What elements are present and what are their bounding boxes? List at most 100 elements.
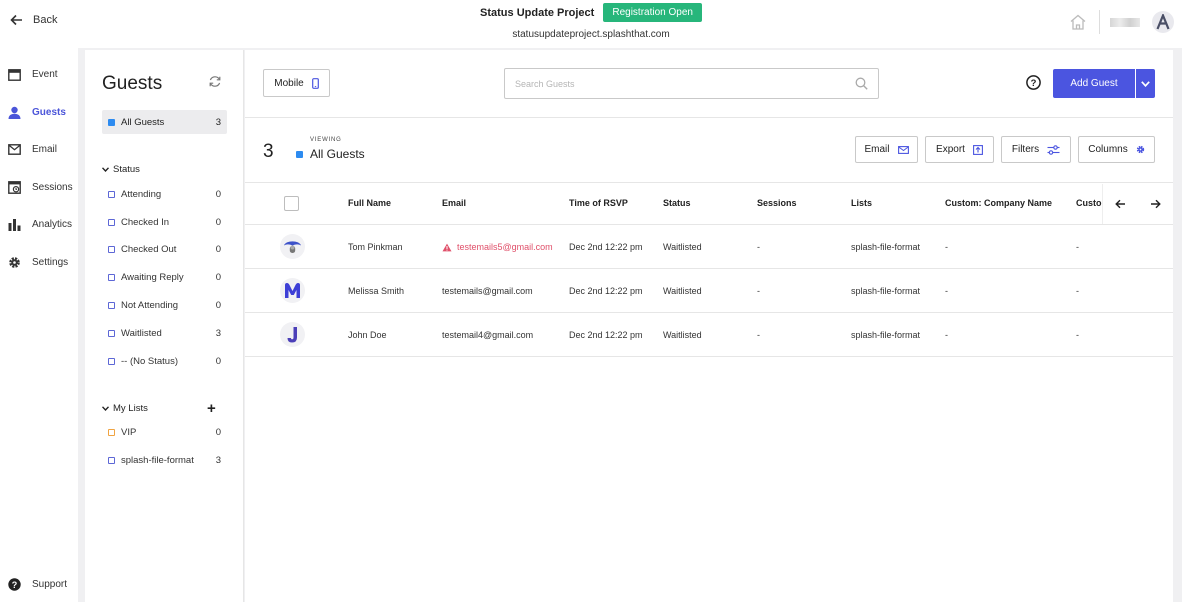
column-header-company-name[interactable]: Custom: Company Name [945,198,1052,208]
filter-label: Attending [121,189,162,200]
status-marker [108,219,115,226]
nav-label: Settings [32,256,69,268]
add-guest-button[interactable]: Add Guest [1053,69,1155,98]
guest-status[interactable]: Waitlisted [663,242,702,252]
guest-avatar[interactable] [280,234,305,259]
nav-label: Sessions [32,181,73,193]
filter-label: VIP [121,427,137,438]
nav-item-analytics[interactable]: Analytics [0,206,80,244]
nav-item-sessions[interactable]: Sessions [0,169,80,207]
guest-name[interactable]: Tom Pinkman [348,242,403,252]
event-name: Status Update Project [480,6,595,19]
guest-custom-field: - [1076,286,1079,296]
filter-count: 0 [215,300,221,311]
filter-label: Checked In [121,217,170,228]
mail-icon [8,144,21,156]
help-circle-icon: ? [1026,75,1041,90]
guest-status[interactable]: Waitlisted [663,330,702,340]
nav-item-email[interactable]: Email [0,131,80,169]
filter-status-waitlisted[interactable]: Waitlisted 3 [108,328,221,339]
avatar-logo-icon [1156,14,1170,30]
sliders-icon [1047,144,1060,155]
guest-email[interactable]: testemails@gmail.com [442,286,533,296]
button-label: Columns [1088,144,1128,155]
viewing-list-name: All Guests [296,147,365,161]
guest-avatar[interactable] [280,278,305,303]
email-guests-button[interactable]: Email [855,136,918,163]
filter-status-no-status[interactable]: -- (No Status) 0 [108,356,221,367]
search-icon[interactable] [855,77,868,90]
arrow-right-icon[interactable] [1150,199,1161,209]
support-label: Support [32,579,68,590]
guest-email[interactable]: testemail4@gmail.com [442,330,533,340]
button-label: Export [936,144,965,155]
nav-item-settings[interactable]: Settings [0,244,80,282]
support-link[interactable]: ? Support [8,578,67,591]
filter-count: 3 [215,328,221,339]
filter-label: -- (No Status) [121,356,179,367]
guest-search-box[interactable] [504,68,879,99]
guest-email-invalid[interactable]: testemails5@gmail.com [442,242,553,252]
list-color-marker [108,457,115,464]
guest-name[interactable]: John Doe [348,330,387,340]
select-all-checkbox[interactable] [284,196,299,211]
export-button[interactable]: Export [925,136,994,163]
button-label: Email [864,144,890,155]
help-button[interactable]: ? [1026,75,1041,90]
list-color-marker [108,118,115,126]
add-list-button[interactable]: + [207,400,216,417]
filters-button[interactable]: Filters [1001,136,1071,163]
guest-email: testemails5@gmail.com [457,242,553,252]
filter-status-awaiting-reply[interactable]: Awaiting Reply 0 [108,272,221,283]
column-header-full-name[interactable]: Full Name [348,198,391,208]
filter-all-guests[interactable]: All Guests 3 [102,110,227,134]
filter-status-checked-in[interactable]: Checked In 0 [108,217,221,228]
guest-rsvp-time: Dec 2nd 12:22 pm [569,286,643,296]
my-lists-section-toggle[interactable]: My Lists [102,403,148,414]
add-guest-dropdown[interactable] [1135,69,1155,98]
columns-button[interactable]: Columns [1078,136,1155,163]
user-avatar[interactable] [1152,11,1174,33]
filter-label: Not Attending [121,300,179,311]
mobile-view-button[interactable]: Mobile [263,69,330,97]
account-name [1110,17,1140,27]
status-marker [108,330,115,337]
arrow-left-icon[interactable] [1115,199,1126,209]
column-header-lists[interactable]: Lists [851,198,872,208]
home-icon[interactable] [1069,14,1087,30]
refresh-button[interactable] [208,75,222,88]
registration-status-badge[interactable]: Registration Open [603,3,702,22]
guest-name[interactable]: Melissa Smith [348,286,404,296]
event-url-link[interactable]: statusupdateproject.splashthat.com [0,29,1182,40]
column-header-email[interactable]: Email [442,198,466,208]
filter-count: 0 [215,356,221,367]
chevron-down-icon [1141,80,1150,87]
guest-status[interactable]: Waitlisted [663,286,702,296]
guest-lists: splash-file-format [851,286,921,296]
guest-company: - [945,330,948,340]
guest-avatar[interactable] [280,322,305,347]
mail-icon [897,145,909,154]
button-label: Filters [1011,144,1040,155]
divider [245,117,1173,118]
filter-label: Awaiting Reply [121,272,184,283]
viewing-caption: VIEWING [310,137,342,143]
filter-status-attending[interactable]: Attending 0 [108,189,221,200]
guest-lists: splash-file-format [851,242,921,252]
filter-list-splash-file-format[interactable]: splash-file-format 3 [108,455,221,466]
section-title: Status [113,164,140,175]
nav-item-event[interactable]: Event [0,56,80,94]
guest-custom-field: - [1076,330,1079,340]
nav-item-guests[interactable]: Guests [0,94,80,132]
status-section-toggle[interactable]: Status [102,164,140,175]
filter-label: Checked Out [121,244,177,255]
column-header-rsvp-time[interactable]: Time of RSVP [569,198,628,208]
search-input[interactable] [515,78,815,89]
main-nav: Event Guests Email Sessions Analytics Se… [0,56,80,281]
filter-status-not-attending[interactable]: Not Attending 0 [108,300,221,311]
filter-list-vip[interactable]: VIP 0 [108,427,221,438]
filter-count: 0 [215,189,221,200]
filter-status-checked-out[interactable]: Checked Out 0 [108,244,221,255]
column-header-status[interactable]: Status [663,198,691,208]
column-header-sessions[interactable]: Sessions [757,198,797,208]
